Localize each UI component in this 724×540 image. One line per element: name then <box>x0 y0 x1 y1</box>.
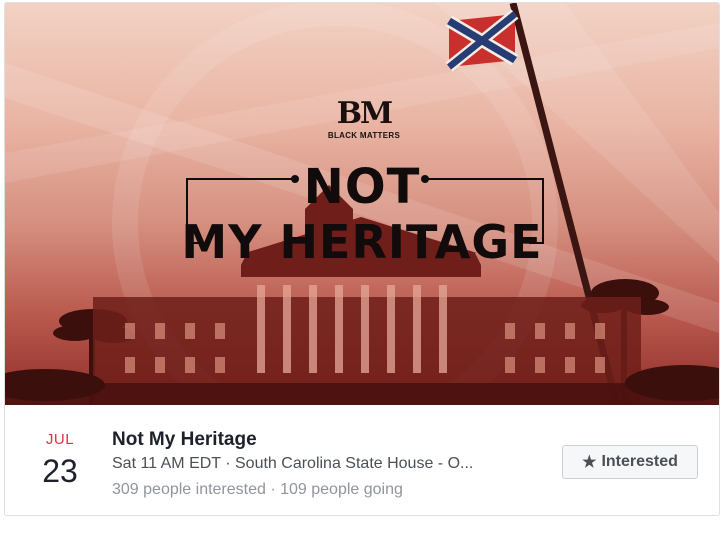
event-date-month: JUL <box>45 431 75 448</box>
cover-headline-line-1: NOT <box>303 159 421 215</box>
interested-button-label: Interested <box>601 453 678 470</box>
event-date-day: 23 <box>42 453 78 489</box>
event-cover-image[interactable]: BM BLACK MATTERS NOT MY HERITAGE <box>5 3 719 405</box>
cover-headline-line-2: MY HERITAGE <box>181 215 543 269</box>
black-matters-logo-mark: BM <box>336 96 394 131</box>
black-matters-logo-text: BLACK MATTERS <box>327 131 401 140</box>
interested-button[interactable]: ★ Interested <box>562 445 698 479</box>
star-icon: ★ <box>582 454 597 471</box>
event-time-location: Sat 11 AM EDT · South Carolina State Hou… <box>112 455 474 472</box>
event-attendance-stats: 309 people interested · 109 people going <box>112 481 403 498</box>
event-card: BM BLACK MATTERS NOT MY HERITAGE JUL 23 … <box>4 2 720 516</box>
event-title-link[interactable]: Not My Heritage <box>112 429 257 451</box>
flag-graphic <box>445 9 519 72</box>
event-info: JUL 23 Not My Heritage Sat 11 AM EDT · S… <box>5 405 719 515</box>
